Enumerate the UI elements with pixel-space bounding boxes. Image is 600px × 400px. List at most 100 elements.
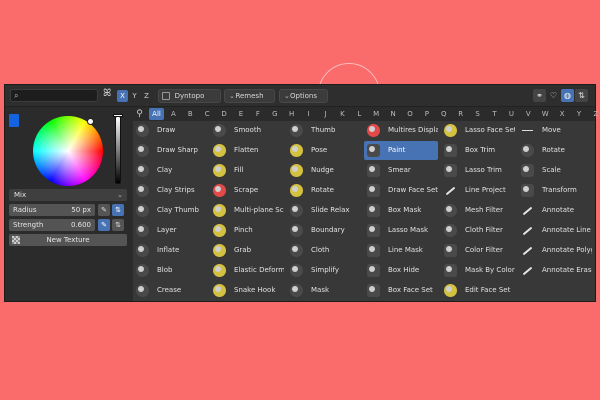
tool-item[interactable]: Rotate <box>518 141 592 160</box>
filter-icon[interactable]: ⚲ <box>133 108 146 120</box>
tool-item[interactable]: Pose <box>287 141 361 160</box>
tool-item[interactable]: Draw Sharp <box>133 141 207 160</box>
alphabet-filter-all[interactable]: All <box>149 108 164 120</box>
tool-item[interactable]: Slide Relax <box>287 201 361 220</box>
brush-color-swatch[interactable] <box>9 114 19 127</box>
tool-item[interactable]: Annotate Line <box>518 221 592 240</box>
tool-item[interactable]: Box Mask <box>364 201 438 220</box>
tool-item[interactable]: Pinch <box>210 221 284 240</box>
tool-item[interactable]: Boundary <box>287 221 361 240</box>
tool-item[interactable]: Box Trim <box>441 141 515 160</box>
alphabet-filter-x[interactable]: X <box>555 108 570 120</box>
axis-z-toggle[interactable]: Z <box>141 90 152 102</box>
globe-icon[interactable]: ◍ <box>561 89 574 102</box>
tool-item[interactable]: Blob <box>133 261 207 280</box>
radius-pressure-icon[interactable]: ✎ <box>98 204 110 216</box>
tool-item[interactable]: Clay Thumb <box>133 201 207 220</box>
alphabet-filter-i[interactable]: I <box>301 108 316 120</box>
nodes-icon[interactable]: ⚭ <box>533 89 546 102</box>
symmetry-icon[interactable]: ꕤ <box>103 88 111 99</box>
alphabet-filter-g[interactable]: G <box>267 108 282 120</box>
alphabet-filter-m[interactable]: M <box>369 108 384 120</box>
tool-item[interactable]: Annotate Polygon <box>518 241 592 260</box>
value-slider-handle[interactable] <box>113 114 123 117</box>
strength-unit-icon[interactable]: ⇅ <box>112 219 124 231</box>
alphabet-filter-z[interactable]: Z <box>588 108 600 120</box>
tool-item[interactable]: Move <box>518 121 592 140</box>
tool-item[interactable]: Box Hide <box>364 261 438 280</box>
tool-item[interactable]: Multi-plane Sc... <box>210 201 284 220</box>
tool-item[interactable]: Simplify <box>287 261 361 280</box>
axis-y-toggle[interactable]: Y <box>129 90 140 102</box>
alphabet-filter-e[interactable]: E <box>234 108 249 120</box>
alphabet-filter-b[interactable]: B <box>183 108 198 120</box>
tool-item[interactable]: Lasso Face Set <box>441 121 515 140</box>
search-input[interactable]: ⌕ <box>10 89 98 102</box>
alphabet-filter-q[interactable]: Q <box>436 108 451 120</box>
color-wheel[interactable] <box>33 116 103 186</box>
tool-item[interactable]: Nudge <box>287 161 361 180</box>
alphabet-filter-d[interactable]: D <box>217 108 232 120</box>
tool-item[interactable]: Elastic Deform <box>210 261 284 280</box>
tool-item[interactable]: Clay Strips <box>133 181 207 200</box>
tool-item[interactable]: Draw Face Sets <box>364 181 438 200</box>
tool-item[interactable]: Thumb <box>287 121 361 140</box>
tool-item[interactable]: Grab <box>210 241 284 260</box>
alphabet-filter-j[interactable]: J <box>318 108 333 120</box>
alphabet-filter-a[interactable]: A <box>166 108 181 120</box>
brush-settings-icon[interactable]: ⇅ <box>575 89 588 102</box>
remesh-dropdown[interactable]: ⌄ Remesh <box>224 89 275 103</box>
tool-item[interactable]: Cloth <box>287 241 361 260</box>
options-dropdown[interactable]: ⌄ Options <box>279 89 328 103</box>
tool-item[interactable]: Smear <box>364 161 438 180</box>
alphabet-filter-h[interactable]: H <box>284 108 299 120</box>
strength-field[interactable]: Strength 0.600 <box>9 219 95 231</box>
alphabet-filter-p[interactable]: P <box>419 108 434 120</box>
tool-item[interactable]: Line Project <box>441 181 515 200</box>
tool-item[interactable]: Cloth Filter <box>441 221 515 240</box>
radius-unit-icon[interactable]: ⇅ <box>112 204 124 216</box>
heart-icon[interactable]: ♡ <box>547 89 560 102</box>
alphabet-filter-f[interactable]: F <box>250 108 265 120</box>
tool-item[interactable]: Crease <box>133 281 207 300</box>
alphabet-filter-o[interactable]: O <box>403 108 418 120</box>
tool-item[interactable]: Multires Displacem... <box>364 121 438 140</box>
tool-item[interactable]: Mask By Color <box>441 261 515 280</box>
blend-mode-dropdown[interactable]: Mix ⌄ <box>9 189 127 201</box>
tool-item[interactable]: Annotate Eraser <box>518 261 592 280</box>
tool-item[interactable]: Mesh Filter <box>441 201 515 220</box>
tool-item[interactable]: Clay <box>133 161 207 180</box>
tool-item[interactable]: Layer <box>133 221 207 240</box>
tool-item[interactable]: Paint <box>364 141 438 160</box>
tool-item[interactable]: Scale <box>518 161 592 180</box>
new-texture-button[interactable]: New Texture <box>9 234 127 246</box>
tool-item[interactable]: Scrape <box>210 181 284 200</box>
tool-item[interactable]: Inflate <box>133 241 207 260</box>
alphabet-filter-s[interactable]: S <box>470 108 485 120</box>
alphabet-filter-l[interactable]: L <box>352 108 367 120</box>
color-wheel-cursor[interactable] <box>87 118 94 125</box>
tool-item[interactable]: Snake Hook <box>210 281 284 300</box>
radius-field[interactable]: Radius 50 px <box>9 204 95 216</box>
dyntopo-toggle[interactable]: Dyntopo <box>158 89 221 103</box>
tool-item[interactable]: Draw <box>133 121 207 140</box>
alphabet-filter-w[interactable]: W <box>538 108 553 120</box>
alphabet-filter-t[interactable]: T <box>487 108 502 120</box>
strength-pressure-icon[interactable]: ✎ <box>98 219 110 231</box>
tool-item[interactable]: Rotate <box>287 181 361 200</box>
alphabet-filter-r[interactable]: R <box>453 108 468 120</box>
alphabet-filter-n[interactable]: N <box>386 108 401 120</box>
tool-item[interactable]: Lasso Mask <box>364 221 438 240</box>
tool-item[interactable]: Lasso Trim <box>441 161 515 180</box>
tool-item[interactable]: Fill <box>210 161 284 180</box>
tool-item[interactable]: Color Filter <box>441 241 515 260</box>
alphabet-filter-k[interactable]: K <box>335 108 350 120</box>
tool-item[interactable]: Line Mask <box>364 241 438 260</box>
value-slider[interactable] <box>115 116 121 184</box>
alphabet-filter-c[interactable]: C <box>200 108 215 120</box>
alphabet-filter-y[interactable]: Y <box>572 108 587 120</box>
alphabet-filter-u[interactable]: U <box>504 108 519 120</box>
tool-item[interactable]: Transform <box>518 181 592 200</box>
axis-x-toggle[interactable]: X <box>117 90 128 102</box>
tool-item[interactable]: Mask <box>287 281 361 300</box>
